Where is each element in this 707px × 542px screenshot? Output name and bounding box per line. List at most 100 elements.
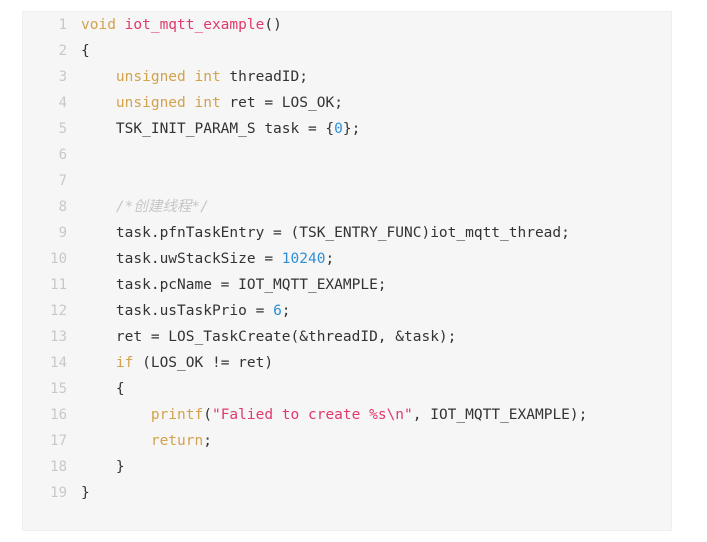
token-pln: , IOT_MQTT_EXAMPLE);: [412, 407, 588, 423]
code-text: [77, 168, 671, 194]
token-pln: task.usTaskPrio =: [81, 303, 274, 319]
token-pln: [186, 69, 195, 85]
line-number: 7: [58, 173, 67, 189]
line-number: 1: [58, 17, 67, 33]
code-line: 18 }: [23, 454, 671, 480]
code-line: 8 /*创建线程*/: [23, 194, 671, 220]
token-num: 6: [273, 303, 282, 319]
token-pln: ;: [281, 303, 291, 319]
token-pln: ret = LOS_OK;: [220, 95, 343, 111]
code-line: 9 task.pfnTaskEntry = (TSK_ENTRY_FUNC)io…: [23, 220, 671, 246]
code-text: [77, 142, 671, 168]
line-number: 12: [50, 303, 67, 319]
code-block[interactable]: 1 void iot_mqtt_example() 2{3 unsigned int…: [22, 11, 672, 531]
code-line: 12 task.usTaskPrio = 6;: [23, 298, 671, 324]
line-number: 9: [58, 225, 67, 241]
token-pln: (: [203, 407, 212, 423]
line-number: 11: [50, 277, 67, 293]
code-text: {: [77, 38, 671, 64]
code-text: unsigned int ret = LOS_OK;: [77, 90, 671, 116]
line-number: 18: [50, 459, 67, 475]
token-pln: [81, 69, 116, 85]
code-line: 14 if (LOS_OK != ret): [23, 350, 671, 376]
line-number: 6: [58, 147, 67, 163]
token-pln: threadID;: [220, 69, 309, 85]
token-pln: [81, 407, 151, 423]
token-pln: TSK_INIT_PARAM_S task = {: [81, 121, 335, 137]
code-text: task.usTaskPrio = 6;: [77, 298, 671, 324]
token-str: "Falied to create %s\n": [211, 407, 413, 423]
code-text: return;: [77, 428, 671, 454]
line-number: 5: [58, 121, 67, 137]
code-line: 15 {: [23, 376, 671, 402]
line-number: 14: [50, 355, 67, 371]
token-pln: (): [264, 17, 282, 33]
line-number: 2: [58, 43, 67, 59]
line-number: 16: [50, 407, 67, 423]
token-pln: [81, 95, 116, 111]
token-pln: [81, 433, 151, 449]
code-line: 10 task.uwStackSize = 10240;: [23, 246, 671, 272]
token-pln: {: [81, 381, 125, 397]
code-line: 7: [23, 168, 671, 194]
token-num: 10240: [281, 251, 326, 267]
code-text: unsigned int threadID;: [77, 64, 671, 90]
token-pln: }: [81, 485, 90, 501]
line-number: 8: [58, 199, 67, 215]
token-pln: ret = LOS_TaskCreate(&threadID, &task);: [81, 329, 457, 345]
line-number: 15: [50, 381, 67, 397]
token-pln: ;: [203, 433, 212, 449]
code-line: 17 return;: [23, 428, 671, 454]
token-pln: task.pcName = IOT_MQTT_EXAMPLE;: [81, 277, 387, 293]
token-cmt: /*创建线程*/: [115, 199, 209, 215]
line-number: 3: [58, 69, 67, 85]
code-text: void iot_mqtt_example(): [77, 12, 671, 38]
token-kw: return: [150, 433, 204, 449]
code-text: task.uwStackSize = 10240;: [77, 246, 671, 272]
code-line: 19}: [23, 480, 671, 506]
token-pln: [81, 199, 116, 215]
code-line: 1 void iot_mqtt_example(): [23, 12, 671, 38]
code-text: }: [77, 454, 671, 480]
token-pln: [81, 355, 116, 371]
code-text: task.pfnTaskEntry = (TSK_ENTRY_FUNC)iot_…: [77, 220, 671, 246]
token-kw: if: [115, 355, 134, 371]
token-pln: (LOS_OK != ret): [133, 355, 274, 371]
token-kw: unsigned: [115, 69, 186, 85]
token-kw: int: [194, 95, 221, 111]
token-kw: unsigned: [115, 95, 186, 111]
code-body: 1 void iot_mqtt_example() 2{3 unsigned int…: [23, 12, 671, 506]
code-table: 1 void iot_mqtt_example() 2{3 unsigned int…: [23, 12, 671, 506]
token-pln: };: [342, 121, 361, 137]
code-text: }: [77, 480, 671, 506]
token-pln: [186, 95, 195, 111]
token-pln: [116, 17, 125, 33]
code-line: 16 printf("Falied to create %s\n", IOT_M…: [23, 402, 671, 428]
code-line: 5 TSK_INIT_PARAM_S task = {0};: [23, 116, 671, 142]
line-number: 4: [58, 95, 67, 111]
code-line: 13 ret = LOS_TaskCreate(&threadID, &task…: [23, 324, 671, 350]
token-num: 0: [334, 121, 343, 137]
token-pln: {: [81, 43, 90, 59]
code-text: task.pcName = IOT_MQTT_EXAMPLE;: [77, 272, 671, 298]
token-pln: ;: [325, 251, 335, 267]
token-pln: task.uwStackSize =: [81, 251, 282, 267]
code-line: 2{: [23, 38, 671, 64]
line-number: 10: [50, 251, 67, 267]
line-number: 17: [50, 433, 67, 449]
code-text: ret = LOS_TaskCreate(&threadID, &task);: [77, 324, 671, 350]
code-text: /*创建线程*/: [77, 194, 671, 220]
code-line: 11 task.pcName = IOT_MQTT_EXAMPLE;: [23, 272, 671, 298]
line-number: 13: [50, 329, 67, 345]
token-kw: printf: [150, 407, 204, 423]
token-pln: }: [81, 459, 125, 475]
token-kw: int: [194, 69, 221, 85]
line-number: 19: [50, 485, 67, 501]
token-fn: iot_mqtt_example: [124, 17, 265, 33]
code-line: 6: [23, 142, 671, 168]
code-text: printf("Falied to create %s\n", IOT_MQTT…: [77, 402, 671, 428]
code-text: TSK_INIT_PARAM_S task = {0};: [77, 116, 671, 142]
token-kw: void: [81, 17, 116, 33]
token-pln: task.pfnTaskEntry = (TSK_ENTRY_FUNC)iot_…: [81, 225, 570, 241]
code-text: if (LOS_OK != ret): [77, 350, 671, 376]
